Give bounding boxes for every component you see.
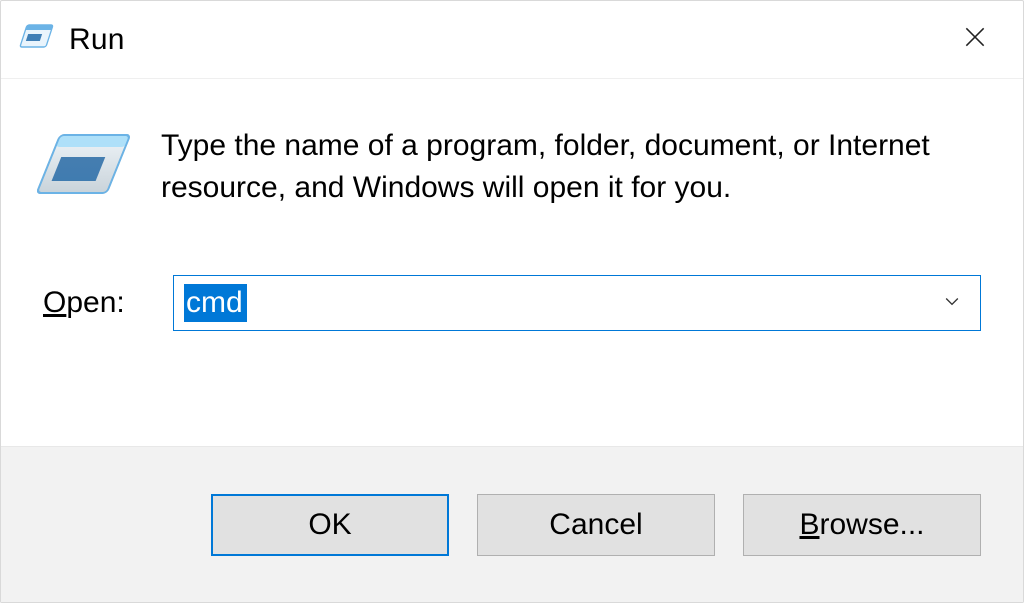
open-label-rest: pen:: [66, 286, 124, 319]
close-button[interactable]: [935, 10, 1015, 70]
cancel-button[interactable]: Cancel: [477, 494, 715, 556]
chevron-down-icon: [942, 291, 962, 316]
open-value-selected: cmd: [184, 284, 247, 322]
cancel-label: Cancel: [549, 508, 642, 542]
dialog-footer: OK Cancel Browse...: [1, 446, 1023, 602]
combobox-dropdown-button[interactable]: [928, 276, 976, 330]
title-bar-left: Run: [19, 19, 125, 60]
description-text: Type the name of a program, folder, docu…: [161, 119, 981, 209]
browse-button[interactable]: Browse...: [743, 494, 981, 556]
description-row: Type the name of a program, folder, docu…: [43, 119, 981, 219]
open-row: Open: cmd: [43, 275, 981, 331]
window-title: Run: [69, 23, 125, 57]
run-title-icon: [19, 19, 55, 60]
open-combobox[interactable]: cmd: [173, 275, 981, 331]
browse-label: Browse...: [799, 508, 924, 542]
ok-button[interactable]: OK: [211, 494, 449, 556]
run-dialog-window: Run: [0, 0, 1024, 603]
open-label: Open:: [43, 286, 153, 320]
ok-label: OK: [308, 508, 351, 542]
dialog-body: Type the name of a program, folder, docu…: [1, 79, 1023, 446]
close-icon: [962, 24, 988, 55]
run-body-icon: [37, 123, 133, 219]
open-accel: O: [43, 286, 66, 319]
title-bar: Run: [1, 1, 1023, 79]
